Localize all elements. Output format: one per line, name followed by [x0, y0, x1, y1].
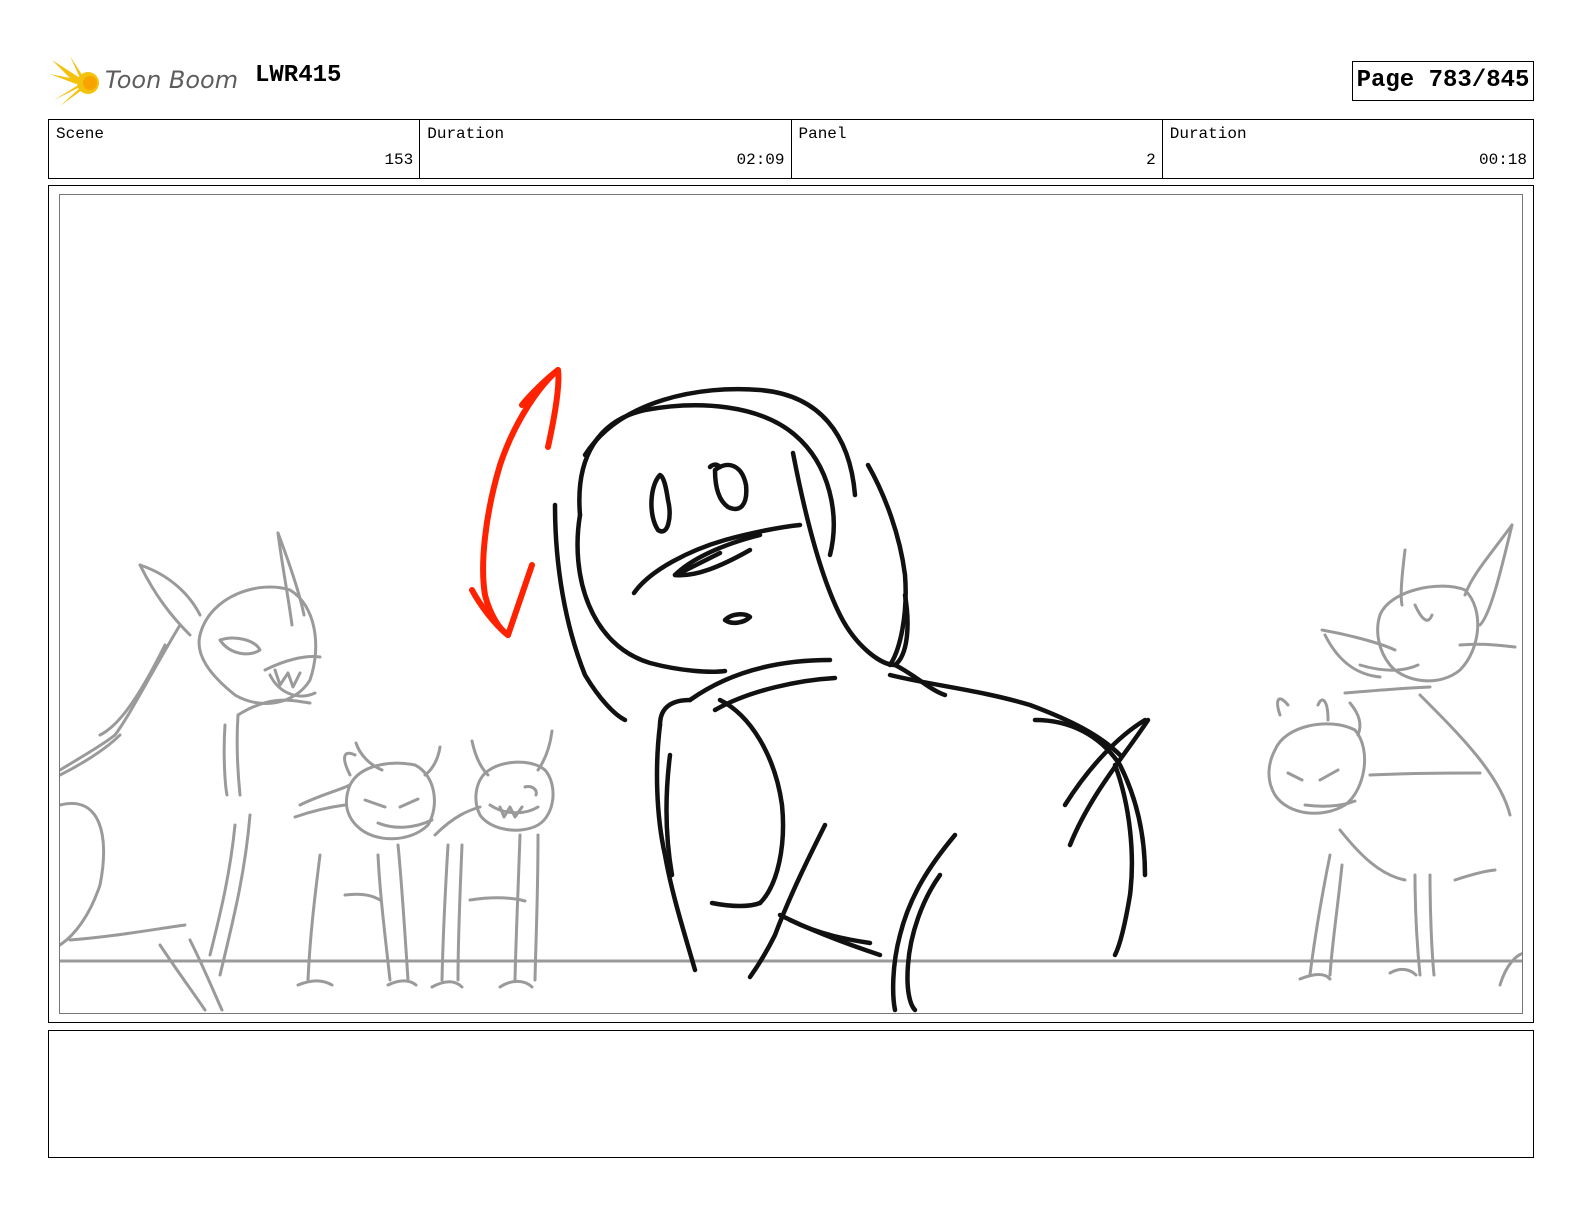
storyboard-panel-frame [48, 185, 1534, 1023]
panel-notes-box [48, 1030, 1534, 1158]
storyboard-panel-image [59, 194, 1523, 1014]
background-creature-small-2 [430, 729, 555, 989]
toon-boom-logo: Toon Boom [50, 56, 240, 106]
page-indicator: Page 783/845 [1352, 61, 1534, 101]
scene-label: Scene [56, 125, 105, 143]
background-creature-small-1 [293, 741, 442, 987]
panel-duration-cell: Duration 00:18 [1163, 120, 1533, 178]
scene-cell: Scene 153 [49, 120, 421, 178]
panel-value: 2 [1146, 151, 1156, 169]
main-character-sketch [552, 386, 1151, 1013]
panel-cell: Panel 2 [792, 120, 1163, 178]
scene-duration-label: Duration [427, 125, 505, 143]
motion-arrow-icon [469, 367, 562, 638]
panel-duration-value: 00:18 [1478, 151, 1527, 169]
logo-star-icon [50, 56, 99, 106]
scene-duration-value: 02:09 [736, 151, 785, 169]
background-creature-large-left [60, 531, 322, 1012]
panel-label: Panel [798, 125, 847, 143]
brand-name: Toon Boom [105, 66, 239, 94]
scene-info-row: Scene 153 Duration 02:09 Panel 2 Duratio… [48, 119, 1534, 179]
panel-duration-label: Duration [1169, 125, 1247, 143]
scene-duration-cell: Duration 02:09 [420, 120, 792, 178]
scene-value: 153 [384, 151, 414, 169]
project-code: LWR415 [255, 62, 342, 89]
background-creature-right-pair [1267, 523, 1522, 987]
